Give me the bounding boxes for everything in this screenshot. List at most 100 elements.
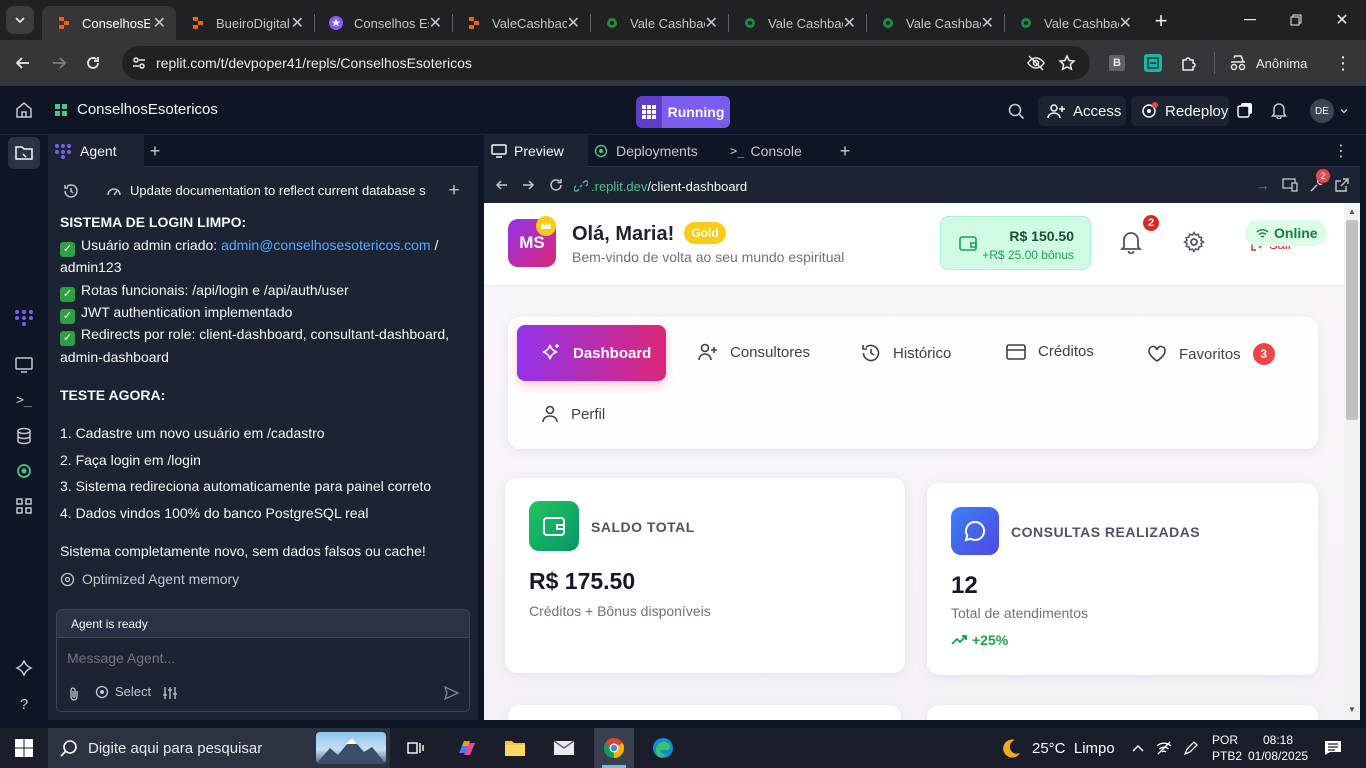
- restore-button[interactable]: [1278, 8, 1314, 32]
- close-icon[interactable]: ✕: [843, 13, 856, 33]
- preview-forward-button[interactable]: [518, 175, 538, 195]
- browser-menu-button[interactable]: ⋮: [1332, 52, 1354, 74]
- browser-tab[interactable]: Vale Cashbac ✕: [728, 6, 866, 40]
- notification-center-button[interactable]: [1322, 738, 1344, 758]
- agent-tool-button[interactable]: [12, 305, 36, 329]
- tab-preview[interactable]: Preview: [484, 135, 588, 167]
- taskbar-search[interactable]: Digite aqui para pesquisar: [48, 728, 390, 768]
- copilot-app-icon[interactable]: [454, 736, 480, 760]
- mail-app-icon[interactable]: [551, 736, 577, 760]
- nav-historico[interactable]: Histórico: [861, 343, 951, 363]
- new-pane-tab-button[interactable]: +: [834, 139, 856, 163]
- scroll-down-icon[interactable]: ▼: [1348, 705, 1356, 714]
- shell-tool-button[interactable]: >_: [12, 388, 36, 412]
- new-chat-button[interactable]: +: [444, 180, 464, 201]
- tips-button[interactable]: [12, 656, 36, 680]
- redeploy-button[interactable]: Redeploy: [1131, 96, 1229, 126]
- browser-tab[interactable]: ConselhosEs ✕: [42, 6, 176, 40]
- access-button[interactable]: Access: [1038, 96, 1126, 126]
- all-tools-button[interactable]: [12, 494, 36, 518]
- user-menu[interactable]: DE: [1310, 99, 1349, 123]
- agent-task-title[interactable]: Update documentation to reflect current …: [106, 183, 426, 198]
- browser-tab[interactable]: ValeCashbac ✕: [452, 6, 590, 40]
- chrome-app-icon[interactable]: [594, 728, 634, 768]
- reload-button[interactable]: [80, 50, 106, 76]
- nav-favoritos[interactable]: Favoritos 3: [1147, 343, 1275, 365]
- close-window-button[interactable]: ✕: [1324, 8, 1360, 32]
- scrollbar-thumb[interactable]: [1346, 220, 1358, 420]
- wallet-balance-card[interactable]: R$ 150.50 +R$ 25.00 bônus: [940, 216, 1091, 270]
- message-input[interactable]: [67, 647, 457, 669]
- files-button[interactable]: [8, 137, 40, 169]
- close-icon[interactable]: ✕: [153, 13, 166, 33]
- pen-icon[interactable]: [1182, 738, 1200, 758]
- browser-tab[interactable]: Vale Cashbac ✕: [866, 6, 1004, 40]
- browser-tab[interactable]: Conselhos Es ✕: [314, 6, 452, 40]
- star-icon[interactable]: [1058, 54, 1076, 72]
- clock[interactable]: 08:18 01/08/2025: [1248, 732, 1308, 764]
- notifications-button[interactable]: [1118, 229, 1144, 255]
- deployments-tool-button[interactable]: [12, 459, 36, 483]
- tray-overflow-button[interactable]: [1129, 738, 1147, 758]
- eye-off-icon[interactable]: [1026, 55, 1046, 71]
- site-settings-icon[interactable]: [122, 55, 156, 71]
- tab-agent[interactable]: Agent: [48, 135, 144, 167]
- tab-console[interactable]: >_ Console: [730, 135, 826, 167]
- layout-button[interactable]: [1234, 99, 1256, 121]
- forward-button[interactable]: [46, 50, 72, 76]
- new-pane-tab-button[interactable]: +: [144, 139, 166, 163]
- profile-button[interactable]: Anônima: [1228, 50, 1320, 76]
- tab-deployments[interactable]: Deployments: [594, 135, 720, 167]
- nav-perfil[interactable]: Perfil: [541, 405, 605, 423]
- address-bar[interactable]: replit.com/t/devpoper41/repls/ConselhosE…: [122, 46, 1090, 80]
- preview-url-bar[interactable]: .replit.dev /client-dashboard: [574, 176, 1264, 196]
- close-icon[interactable]: ✕: [429, 13, 442, 33]
- preview-back-button[interactable]: [492, 175, 512, 195]
- scroll-up-icon[interactable]: ▲: [1348, 207, 1356, 216]
- home-button[interactable]: [12, 98, 36, 122]
- email-link[interactable]: admin@conselhosesotericos.com: [221, 237, 431, 253]
- open-new-tab-button[interactable]: [1332, 175, 1352, 195]
- start-button[interactable]: [0, 728, 48, 768]
- tab-search-button[interactable]: [6, 6, 34, 34]
- extension-teal-button[interactable]: [1144, 54, 1162, 72]
- close-icon[interactable]: ✕: [291, 13, 304, 33]
- select-element-button[interactable]: Select: [95, 684, 151, 699]
- nav-creditos[interactable]: Créditos: [1006, 343, 1094, 360]
- pane-menu-button[interactable]: ⋮: [1330, 139, 1352, 163]
- close-icon[interactable]: ✕: [1119, 13, 1132, 33]
- close-icon[interactable]: ✕: [981, 13, 994, 33]
- browser-tab[interactable]: Vale Cashbac ✕: [590, 6, 728, 40]
- extension-b-button[interactable]: B: [1109, 55, 1125, 71]
- send-button[interactable]: [441, 683, 461, 703]
- devices-button[interactable]: [1280, 175, 1300, 195]
- notifications-button[interactable]: [1268, 99, 1290, 121]
- browser-tab[interactable]: Vale Cashbac ✕: [1004, 6, 1142, 40]
- minimize-button[interactable]: [1232, 8, 1268, 32]
- run-status-button[interactable]: Running: [636, 96, 730, 128]
- database-tool-button[interactable]: [12, 424, 36, 448]
- edge-app-icon[interactable]: [650, 736, 676, 760]
- preview-reload-button[interactable]: [546, 175, 566, 195]
- search-button[interactable]: [1004, 99, 1028, 123]
- task-view-button[interactable]: [402, 736, 430, 760]
- preview-tool-button[interactable]: [12, 353, 36, 377]
- nav-consultores[interactable]: Consultores: [698, 343, 810, 361]
- weather-widget[interactable]: 25°C Limpo: [1000, 728, 1115, 768]
- help-button[interactable]: ?: [12, 692, 36, 716]
- back-button[interactable]: [10, 50, 36, 76]
- nav-dashboard[interactable]: Dashboard: [517, 325, 666, 381]
- new-tab-button[interactable]: +: [1148, 8, 1174, 34]
- open-arrow-button[interactable]: →: [1254, 176, 1272, 194]
- close-icon[interactable]: ✕: [567, 13, 580, 33]
- history-button[interactable]: [60, 180, 82, 202]
- settings-button[interactable]: [1181, 229, 1207, 255]
- file-explorer-icon[interactable]: [502, 736, 528, 760]
- devtools-button[interactable]: 2: [1306, 169, 1330, 195]
- project-selector[interactable]: ConselhosEsotericos: [54, 101, 218, 118]
- network-icon[interactable]: [1155, 738, 1173, 758]
- input-language[interactable]: POR PTB2: [1212, 732, 1242, 764]
- attach-button[interactable]: [65, 684, 83, 702]
- browser-tab[interactable]: BueiroDigital ✕: [176, 6, 314, 40]
- extensions-button[interactable]: [1178, 52, 1200, 74]
